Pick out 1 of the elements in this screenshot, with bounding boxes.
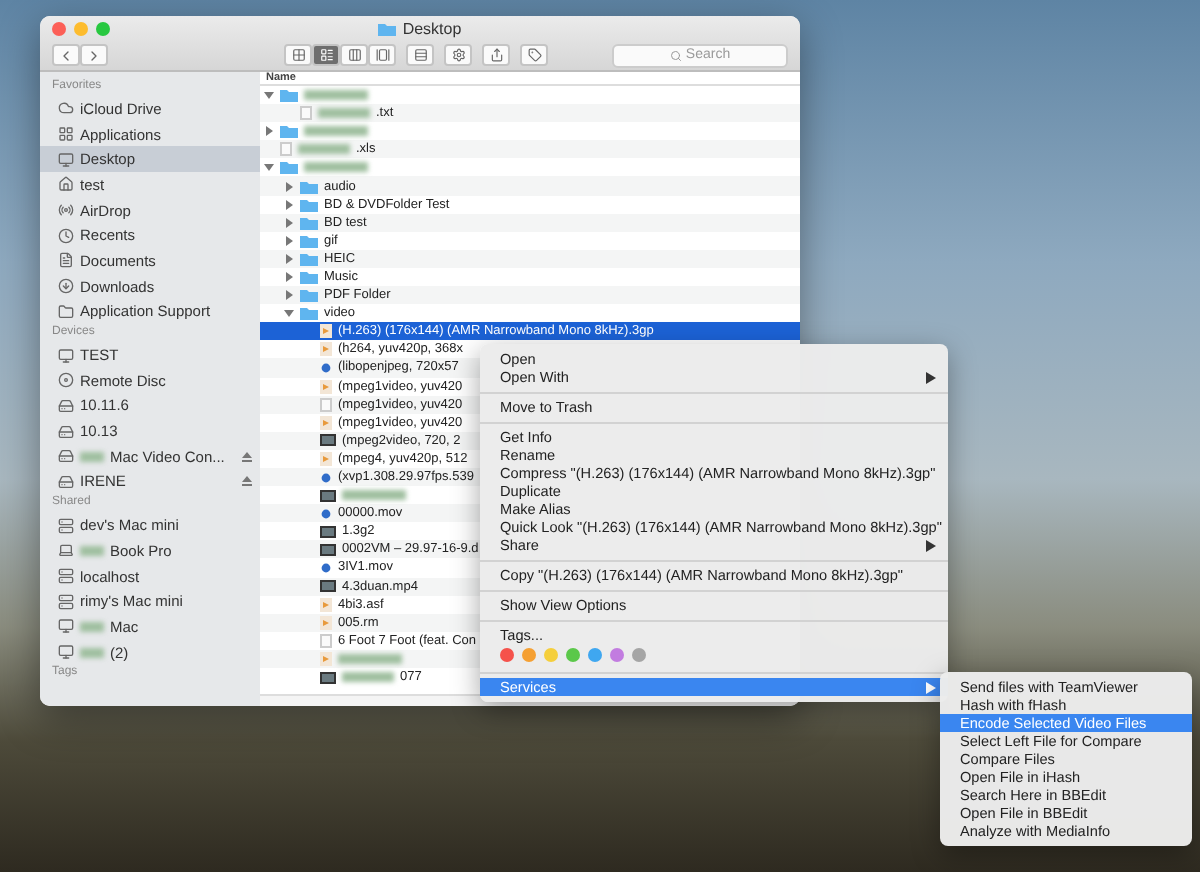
window-title: Desktop xyxy=(402,19,462,37)
